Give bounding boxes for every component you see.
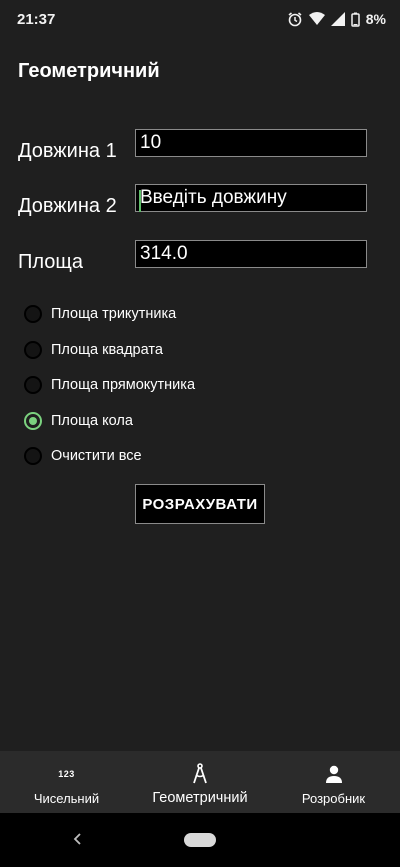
battery-icon — [351, 12, 360, 27]
tab-geometric[interactable]: Геометричний — [133, 751, 267, 813]
tab-label: Розробник — [301, 791, 366, 806]
radio-label: Площа кола — [51, 413, 133, 429]
radio-square-area[interactable]: Площа квадрата — [24, 341, 163, 359]
radio-button[interactable] — [24, 305, 42, 323]
length2-label: Довжина 2 — [18, 195, 117, 217]
radio-label: Очистити все — [51, 448, 142, 464]
status-icons: 8% — [287, 11, 386, 27]
bottom-navigation: 123 Чисельний Геометричний Розробник — [0, 751, 400, 813]
radio-button[interactable] — [24, 341, 42, 359]
status-time: 21:37 — [17, 11, 56, 28]
length2-input[interactable] — [135, 184, 367, 212]
tab-label: Геометричний — [152, 790, 248, 806]
radio-button[interactable] — [24, 447, 42, 465]
radio-button-selected[interactable] — [24, 412, 42, 430]
area-label: Площа — [18, 251, 83, 273]
alarm-icon — [287, 11, 303, 27]
tab-numeric[interactable]: 123 Чисельний — [0, 751, 133, 813]
tab-developer[interactable]: Розробник — [267, 751, 400, 813]
radio-label: Площа трикутника — [51, 306, 177, 322]
radio-label: Площа прямокутника — [51, 377, 196, 393]
radio-circle-area[interactable]: Площа кола — [24, 412, 133, 430]
status-bar: 21:37 8% — [0, 0, 400, 40]
wifi-icon — [308, 12, 325, 26]
compass-icon — [192, 763, 208, 785]
radio-label: Площа квадрата — [51, 342, 163, 358]
text-cursor — [139, 190, 141, 212]
radio-clear-all[interactable]: Очистити все — [24, 447, 142, 465]
numbers-icon: 123 — [58, 769, 75, 779]
radio-rectangle-area[interactable]: Площа прямокутника — [24, 376, 195, 394]
radio-triangle-area[interactable]: Площа трикутника — [24, 305, 176, 323]
calculate-button[interactable]: РОЗРАХУВАТИ — [135, 484, 265, 524]
tab-label: Чисельний — [33, 791, 100, 806]
cell-signal-icon — [330, 12, 345, 26]
battery-percent: 8% — [365, 11, 386, 27]
length1-label: Довжина 1 — [18, 140, 117, 162]
home-button[interactable] — [184, 833, 216, 847]
back-icon[interactable] — [70, 826, 86, 852]
radio-button[interactable] — [24, 376, 42, 394]
length1-input[interactable] — [135, 129, 367, 157]
area-result-field[interactable] — [135, 240, 367, 268]
person-icon — [324, 763, 344, 785]
page-title: Геометричний — [18, 60, 160, 82]
